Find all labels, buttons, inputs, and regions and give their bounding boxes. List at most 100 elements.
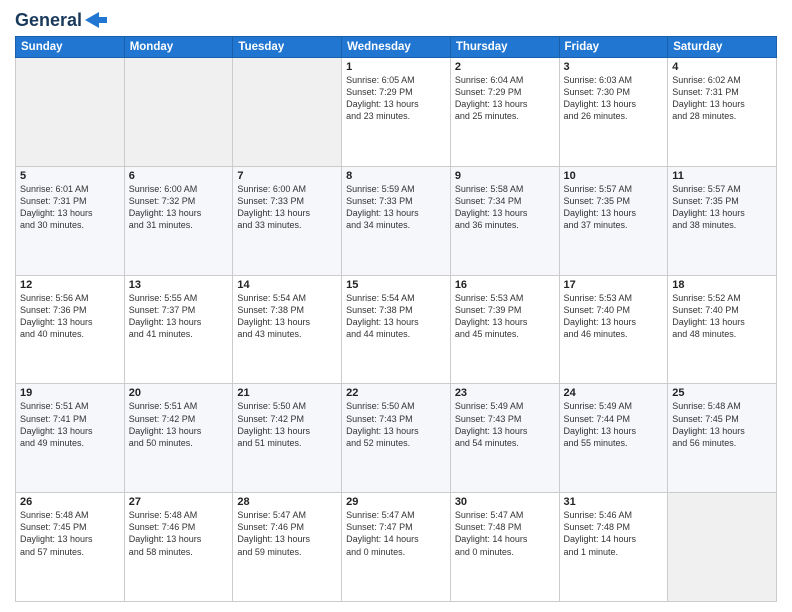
day-info: Sunrise: 6:04 AM Sunset: 7:29 PM Dayligh… [455, 74, 555, 123]
calendar-cell: 18Sunrise: 5:52 AM Sunset: 7:40 PM Dayli… [668, 275, 777, 384]
day-number: 10 [564, 170, 664, 182]
day-number: 1 [346, 61, 446, 73]
calendar-table: SundayMondayTuesdayWednesdayThursdayFrid… [15, 36, 777, 602]
day-info: Sunrise: 5:53 AM Sunset: 7:40 PM Dayligh… [564, 292, 664, 341]
calendar-cell: 25Sunrise: 5:48 AM Sunset: 7:45 PM Dayli… [668, 384, 777, 493]
day-number: 30 [455, 496, 555, 508]
weekday-header-thursday: Thursday [450, 37, 559, 58]
calendar-cell: 8Sunrise: 5:59 AM Sunset: 7:33 PM Daylig… [342, 166, 451, 275]
day-info: Sunrise: 5:47 AM Sunset: 7:47 PM Dayligh… [346, 509, 446, 558]
day-info: Sunrise: 5:59 AM Sunset: 7:33 PM Dayligh… [346, 183, 446, 232]
day-info: Sunrise: 5:56 AM Sunset: 7:36 PM Dayligh… [20, 292, 120, 341]
day-info: Sunrise: 6:02 AM Sunset: 7:31 PM Dayligh… [672, 74, 772, 123]
calendar-week-row: 1Sunrise: 6:05 AM Sunset: 7:29 PM Daylig… [16, 58, 777, 167]
calendar-cell: 4Sunrise: 6:02 AM Sunset: 7:31 PM Daylig… [668, 58, 777, 167]
day-number: 11 [672, 170, 772, 182]
calendar-cell: 5Sunrise: 6:01 AM Sunset: 7:31 PM Daylig… [16, 166, 125, 275]
day-number: 9 [455, 170, 555, 182]
calendar-cell [124, 58, 233, 167]
day-info: Sunrise: 5:48 AM Sunset: 7:45 PM Dayligh… [20, 509, 120, 558]
calendar-cell: 1Sunrise: 6:05 AM Sunset: 7:29 PM Daylig… [342, 58, 451, 167]
day-number: 31 [564, 496, 664, 508]
day-info: Sunrise: 5:47 AM Sunset: 7:46 PM Dayligh… [237, 509, 337, 558]
day-info: Sunrise: 5:50 AM Sunset: 7:42 PM Dayligh… [237, 400, 337, 449]
day-info: Sunrise: 5:48 AM Sunset: 7:45 PM Dayligh… [672, 400, 772, 449]
calendar-cell: 2Sunrise: 6:04 AM Sunset: 7:29 PM Daylig… [450, 58, 559, 167]
day-number: 29 [346, 496, 446, 508]
weekday-header-monday: Monday [124, 37, 233, 58]
day-info: Sunrise: 5:50 AM Sunset: 7:43 PM Dayligh… [346, 400, 446, 449]
calendar-cell: 17Sunrise: 5:53 AM Sunset: 7:40 PM Dayli… [559, 275, 668, 384]
day-number: 22 [346, 387, 446, 399]
day-info: Sunrise: 5:57 AM Sunset: 7:35 PM Dayligh… [564, 183, 664, 232]
calendar-cell: 6Sunrise: 6:00 AM Sunset: 7:32 PM Daylig… [124, 166, 233, 275]
calendar-cell [16, 58, 125, 167]
calendar-cell: 20Sunrise: 5:51 AM Sunset: 7:42 PM Dayli… [124, 384, 233, 493]
day-number: 28 [237, 496, 337, 508]
day-number: 8 [346, 170, 446, 182]
day-number: 12 [20, 279, 120, 291]
calendar-cell: 12Sunrise: 5:56 AM Sunset: 7:36 PM Dayli… [16, 275, 125, 384]
day-number: 17 [564, 279, 664, 291]
day-number: 4 [672, 61, 772, 73]
day-info: Sunrise: 5:55 AM Sunset: 7:37 PM Dayligh… [129, 292, 229, 341]
calendar-cell: 13Sunrise: 5:55 AM Sunset: 7:37 PM Dayli… [124, 275, 233, 384]
calendar-week-row: 26Sunrise: 5:48 AM Sunset: 7:45 PM Dayli… [16, 493, 777, 602]
calendar-cell: 24Sunrise: 5:49 AM Sunset: 7:44 PM Dayli… [559, 384, 668, 493]
day-number: 5 [20, 170, 120, 182]
day-info: Sunrise: 5:54 AM Sunset: 7:38 PM Dayligh… [237, 292, 337, 341]
day-info: Sunrise: 5:49 AM Sunset: 7:44 PM Dayligh… [564, 400, 664, 449]
day-number: 26 [20, 496, 120, 508]
calendar-cell: 16Sunrise: 5:53 AM Sunset: 7:39 PM Dayli… [450, 275, 559, 384]
calendar-cell: 23Sunrise: 5:49 AM Sunset: 7:43 PM Dayli… [450, 384, 559, 493]
weekday-header-tuesday: Tuesday [233, 37, 342, 58]
day-number: 3 [564, 61, 664, 73]
calendar-cell: 9Sunrise: 5:58 AM Sunset: 7:34 PM Daylig… [450, 166, 559, 275]
calendar-cell: 31Sunrise: 5:46 AM Sunset: 7:48 PM Dayli… [559, 493, 668, 602]
day-info: Sunrise: 5:49 AM Sunset: 7:43 PM Dayligh… [455, 400, 555, 449]
day-number: 6 [129, 170, 229, 182]
calendar-cell: 10Sunrise: 5:57 AM Sunset: 7:35 PM Dayli… [559, 166, 668, 275]
day-info: Sunrise: 5:48 AM Sunset: 7:46 PM Dayligh… [129, 509, 229, 558]
calendar-week-row: 19Sunrise: 5:51 AM Sunset: 7:41 PM Dayli… [16, 384, 777, 493]
day-number: 27 [129, 496, 229, 508]
day-number: 2 [455, 61, 555, 73]
logo-general: General [15, 10, 82, 31]
weekday-header-friday: Friday [559, 37, 668, 58]
weekday-header-saturday: Saturday [668, 37, 777, 58]
day-info: Sunrise: 6:00 AM Sunset: 7:33 PM Dayligh… [237, 183, 337, 232]
calendar-cell [668, 493, 777, 602]
day-number: 13 [129, 279, 229, 291]
day-info: Sunrise: 5:57 AM Sunset: 7:35 PM Dayligh… [672, 183, 772, 232]
calendar-cell [233, 58, 342, 167]
day-number: 23 [455, 387, 555, 399]
day-number: 19 [20, 387, 120, 399]
calendar-cell: 27Sunrise: 5:48 AM Sunset: 7:46 PM Dayli… [124, 493, 233, 602]
calendar-cell: 30Sunrise: 5:47 AM Sunset: 7:48 PM Dayli… [450, 493, 559, 602]
calendar-cell: 21Sunrise: 5:50 AM Sunset: 7:42 PM Dayli… [233, 384, 342, 493]
calendar-week-row: 5Sunrise: 6:01 AM Sunset: 7:31 PM Daylig… [16, 166, 777, 275]
weekday-header-row: SundayMondayTuesdayWednesdayThursdayFrid… [16, 37, 777, 58]
day-number: 25 [672, 387, 772, 399]
day-number: 21 [237, 387, 337, 399]
day-info: Sunrise: 5:51 AM Sunset: 7:41 PM Dayligh… [20, 400, 120, 449]
day-number: 24 [564, 387, 664, 399]
day-number: 14 [237, 279, 337, 291]
day-number: 18 [672, 279, 772, 291]
calendar-cell: 11Sunrise: 5:57 AM Sunset: 7:35 PM Dayli… [668, 166, 777, 275]
logo: General [15, 10, 107, 28]
day-number: 20 [129, 387, 229, 399]
day-info: Sunrise: 5:54 AM Sunset: 7:38 PM Dayligh… [346, 292, 446, 341]
calendar-cell: 3Sunrise: 6:03 AM Sunset: 7:30 PM Daylig… [559, 58, 668, 167]
calendar-week-row: 12Sunrise: 5:56 AM Sunset: 7:36 PM Dayli… [16, 275, 777, 384]
weekday-header-wednesday: Wednesday [342, 37, 451, 58]
calendar-cell: 28Sunrise: 5:47 AM Sunset: 7:46 PM Dayli… [233, 493, 342, 602]
logo-arrow-icon [85, 12, 107, 28]
calendar-cell: 22Sunrise: 5:50 AM Sunset: 7:43 PM Dayli… [342, 384, 451, 493]
calendar-cell: 19Sunrise: 5:51 AM Sunset: 7:41 PM Dayli… [16, 384, 125, 493]
day-info: Sunrise: 5:58 AM Sunset: 7:34 PM Dayligh… [455, 183, 555, 232]
calendar-cell: 26Sunrise: 5:48 AM Sunset: 7:45 PM Dayli… [16, 493, 125, 602]
day-number: 15 [346, 279, 446, 291]
day-number: 7 [237, 170, 337, 182]
day-info: Sunrise: 5:51 AM Sunset: 7:42 PM Dayligh… [129, 400, 229, 449]
